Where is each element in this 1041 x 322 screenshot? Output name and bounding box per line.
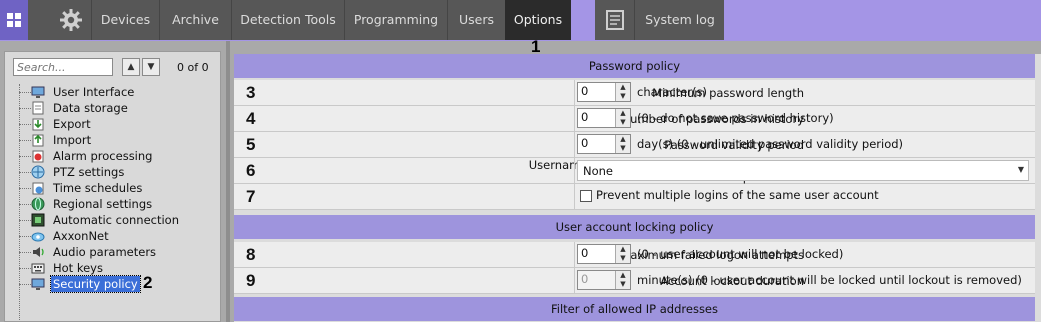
tab-detection-tools[interactable]: Detection Tools [231, 0, 344, 40]
tab-system-log[interactable]: System log [634, 0, 725, 40]
spinbox-value: 0 [581, 110, 589, 124]
globe-icon [31, 197, 45, 211]
spinbox-arrows-icon[interactable]: ▲ ▼ [615, 135, 630, 153]
row-passwords-in-history: 4 Number of passwords in history 0 ▲ ▼ (0… [234, 106, 1035, 132]
row-number: 7 [246, 187, 256, 206]
tree-item-label: PTZ settings [53, 165, 125, 179]
import-icon [32, 134, 44, 147]
security-icon [31, 278, 45, 290]
row-hint: (0 - user account will not be locked) [637, 247, 844, 261]
chevron-down-icon: ▼ [1017, 165, 1024, 174]
row-hint: day(s) (0 - unlimited password validity … [637, 137, 904, 151]
tab-programming[interactable]: Programming [344, 0, 447, 40]
settings-tree-panel: ▲ ▼ 0 of 0 User Interface Data storage E… [4, 51, 221, 322]
section-header-password-policy: Password policy [234, 54, 1035, 78]
row-hint: minute(s) (0 - user account will be lock… [637, 273, 1022, 287]
tree-item-label: Import [53, 133, 92, 147]
tree-item-label: Data storage [53, 101, 128, 115]
row-number: 4 [246, 109, 256, 128]
search-result-count: 0 of 0 [177, 61, 209, 74]
section-header-ip-filter: Filter of allowed IP addresses [234, 297, 1035, 321]
keyboard-icon [31, 263, 45, 274]
alarm-icon [32, 150, 44, 163]
tab-devices[interactable]: Devices [91, 0, 159, 40]
passwords-in-history-spinbox[interactable]: 0 ▲ ▼ [577, 108, 631, 128]
tree-item-label: Audio parameters [53, 245, 157, 259]
row-complexity-requirements: 6 Username and password must meet comple… [234, 158, 1035, 184]
search-prev-button[interactable]: ▲ [122, 58, 140, 76]
tree-item-label: Time schedules [53, 181, 143, 195]
max-failed-logons-spinbox[interactable]: 0 ▲ ▼ [577, 244, 631, 264]
cloud-icon [31, 232, 45, 242]
tree-item-label: Security policy [50, 275, 141, 293]
callout-2: 2 [143, 273, 153, 292]
grid-icon [7, 13, 21, 27]
tree-item-label: AxxonNet [53, 229, 109, 243]
search-next-button[interactable]: ▼ [142, 58, 160, 76]
row-number: 3 [246, 83, 256, 102]
export-icon [32, 118, 44, 131]
spinbox-arrows-icon[interactable]: ▲ ▼ [615, 245, 630, 263]
schedule-icon [32, 182, 44, 195]
gear-icon [60, 9, 82, 31]
row-password-validity-period: 5 Password validity period 0 ▲ ▼ day(s) (… [234, 132, 1035, 158]
minimum-password-length-spinbox[interactable]: 0 ▲ ▼ [577, 82, 631, 102]
tab-users[interactable]: Users [447, 0, 505, 40]
prevent-multiple-logins-checkbox[interactable] [580, 190, 592, 202]
row-number: 5 [246, 135, 256, 154]
ptz-icon [31, 165, 45, 179]
row-lockout-duration: 9 Account lockout duration 0 ▲ ▼ minute(s… [234, 268, 1035, 294]
spinbox-value: 0 [581, 136, 589, 150]
tree-item-label: Regional settings [53, 197, 153, 211]
connection-icon [31, 213, 45, 227]
audio-icon [33, 247, 44, 257]
row-hint: character(s) [637, 85, 708, 99]
complexity-requirements-select[interactable]: None ▼ [577, 160, 1029, 181]
search-input[interactable] [13, 58, 113, 76]
system-log-button[interactable] [597, 0, 633, 40]
row-number: 8 [246, 245, 256, 264]
checkbox-label[interactable]: Prevent multiple logins of the same user… [596, 188, 879, 202]
home-button[interactable] [0, 0, 28, 40]
panel-splitter[interactable] [226, 41, 230, 322]
tree-item-label: Hot keys [53, 261, 103, 275]
spinbox-value: 0 [581, 272, 589, 286]
security-policy-panel: Password policy 3 Minimum password lengt… [234, 54, 1041, 322]
monitor-icon [31, 86, 45, 98]
tab-options[interactable]: Options [505, 0, 571, 40]
spinbox-value: 0 [581, 246, 589, 260]
log-icon [606, 10, 624, 30]
row-multiple-logins: 7 Prevent multiple logins of the same us… [234, 184, 1035, 210]
lockout-duration-spinbox[interactable]: 0 ▲ ▼ [577, 270, 631, 290]
tab-archive[interactable]: Archive [159, 0, 231, 40]
row-number: 6 [246, 161, 256, 180]
section-header-account-locking: User account locking policy [234, 215, 1035, 239]
row-hint: (0 - do not save password history) [637, 111, 834, 125]
tree-item-label: User Interface [53, 85, 135, 99]
spinbox-value: 0 [581, 84, 589, 98]
password-validity-period-spinbox[interactable]: 0 ▲ ▼ [577, 134, 631, 154]
tree-item-label: Export [53, 117, 91, 131]
spinbox-arrows-icon[interactable]: ▲ ▼ [615, 109, 630, 127]
row-minimum-password-length: 3 Minimum password length 0 ▲ ▼ character… [234, 80, 1035, 106]
spinbox-arrows-icon[interactable]: ▲ ▼ [615, 271, 630, 289]
spinbox-arrows-icon[interactable]: ▲ ▼ [615, 83, 630, 101]
tree-item-label: Alarm processing [53, 149, 153, 163]
row-max-failed-logons: 8 Maximum failed logon attempts 0 ▲ ▼ (0 … [234, 242, 1035, 268]
top-menu-bar: Devices Archive Detection Tools Programm… [0, 0, 1041, 41]
row-number: 9 [246, 271, 256, 290]
settings-gear-button[interactable] [52, 0, 90, 40]
select-value: None [583, 164, 614, 178]
document-icon [32, 101, 44, 115]
tree-item-label: Automatic connection [53, 213, 179, 227]
